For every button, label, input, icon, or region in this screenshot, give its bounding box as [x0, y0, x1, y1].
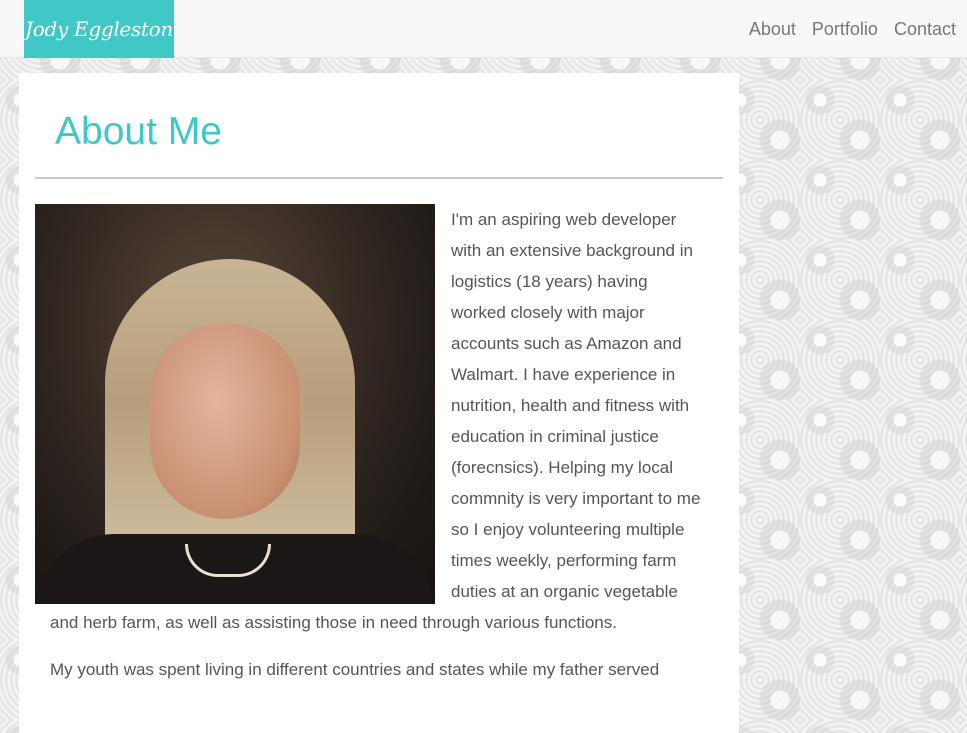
profile-photo	[35, 204, 435, 604]
page-title: About Me	[55, 110, 222, 153]
about-card: About Me I'm an aspiring web developer w…	[19, 73, 739, 733]
navbar: Jody Eggleston About Portfolio Contact	[0, 0, 967, 58]
brand-logo[interactable]: Jody Eggleston	[24, 0, 174, 58]
title-divider	[35, 177, 723, 179]
nav-link-portfolio[interactable]: Portfolio	[812, 19, 878, 40]
main-nav: About Portfolio Contact	[749, 0, 956, 58]
nav-link-contact[interactable]: Contact	[894, 19, 956, 40]
about-content: I'm an aspiring web developer with an ex…	[35, 204, 707, 701]
about-paragraph-2: My youth was spent living in different c…	[50, 660, 660, 679]
photo-face-shape	[150, 324, 300, 519]
nav-link-about[interactable]: About	[749, 19, 796, 40]
